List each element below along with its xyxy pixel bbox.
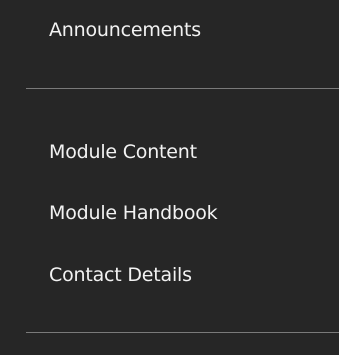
nav-item-module-content[interactable]: Module Content [49, 140, 197, 164]
nav-divider-bottom [26, 332, 339, 333]
nav-divider-top [26, 88, 339, 89]
nav-item-module-handbook[interactable]: Module Handbook [49, 201, 218, 225]
course-navigation-menu: Announcements Module Content Module Hand… [0, 0, 339, 355]
nav-item-announcements[interactable]: Announcements [49, 18, 201, 42]
nav-item-contact-details[interactable]: Contact Details [49, 263, 192, 287]
